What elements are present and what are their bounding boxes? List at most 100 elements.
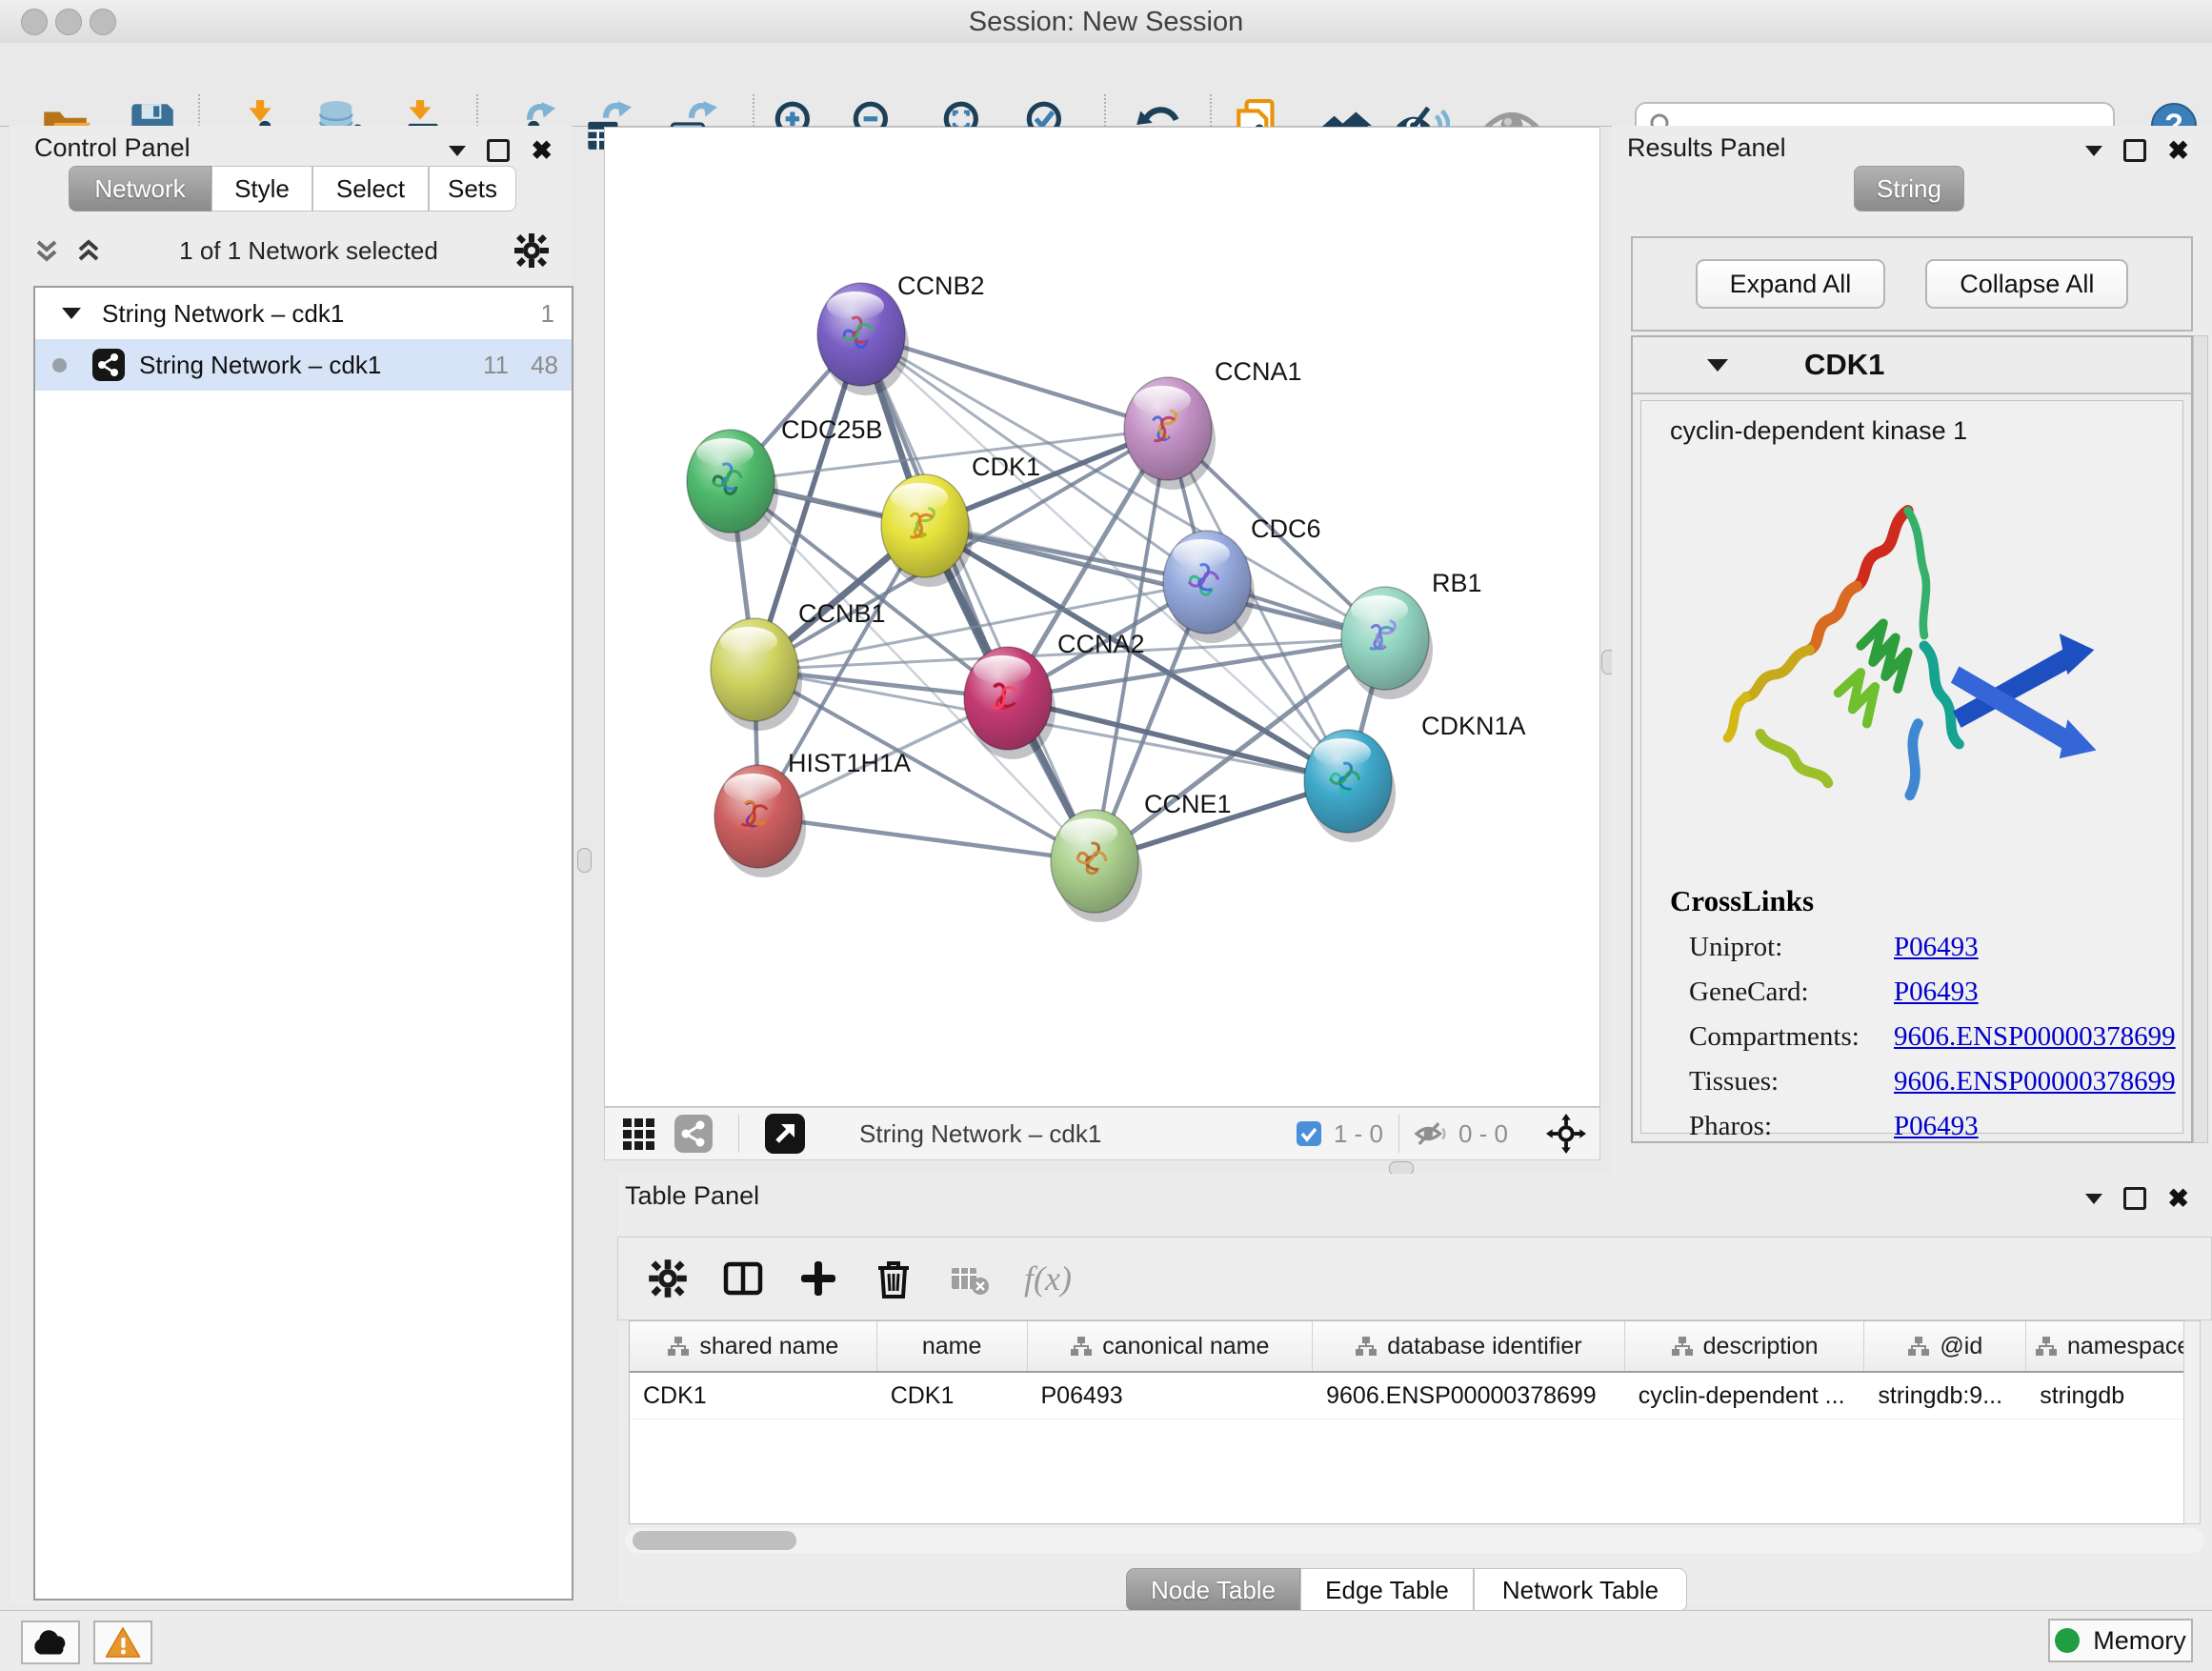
network-graph[interactable]: CCNB2CCNA1CDC25BCDK1CDC6RB1CCNB1CCNA2CDK… (605, 128, 1599, 1106)
open-in-new-icon[interactable] (764, 1113, 806, 1155)
column-header-name[interactable]: name (877, 1321, 1028, 1371)
table-header-row: shared name namecanonical namedatabase id… (630, 1321, 2200, 1373)
network-node-hist1h1a[interactable]: HIST1H1A (714, 749, 911, 877)
table-row[interactable]: CDK1CDK1P064939606.ENSP00000378699cyclin… (630, 1373, 2200, 1419)
table-cell[interactable]: CDK1 (877, 1373, 1028, 1419)
column-header--id[interactable]: @id (1864, 1321, 2026, 1371)
expand-all-chevron-icon[interactable] (72, 234, 105, 267)
table-toolbar: f(x) (617, 1237, 2212, 1320)
table-cell[interactable]: 9606.ENSP00000378699 (1313, 1373, 1625, 1419)
fit-selected-crosshair-icon[interactable] (1546, 1114, 1586, 1154)
node-label: CDKN1A (1421, 712, 1526, 740)
birdseye-grid-icon[interactable] (620, 1116, 656, 1152)
tab-sets[interactable]: Sets (429, 166, 516, 211)
show-columns-icon[interactable] (721, 1257, 765, 1300)
network-view-share-icon[interactable] (674, 1114, 714, 1154)
column-network-icon (1671, 1336, 1694, 1357)
selected-checkbox-icon[interactable] (1296, 1120, 1322, 1147)
left-splitter-handle[interactable] (577, 848, 592, 873)
tab-edge-table[interactable]: Edge Table (1300, 1568, 1474, 1612)
table-cell[interactable]: CDK1 (630, 1373, 877, 1419)
table-cell[interactable]: stringdb:9... (1864, 1373, 2026, 1419)
network-collection-row[interactable]: String Network – cdk1 1 (35, 288, 572, 339)
panel-close-icon[interactable]: ✖ (2167, 1190, 2189, 1207)
column-header-shared-name[interactable]: shared name (630, 1321, 877, 1371)
expand-all-button[interactable]: Expand All (1696, 259, 1886, 309)
panel-menu-icon[interactable] (2085, 146, 2102, 156)
panel-float-icon[interactable] (487, 139, 510, 162)
network-node-cdc6[interactable]: CDC6 (1163, 514, 1321, 643)
memory-button[interactable]: Memory (2048, 1619, 2193, 1662)
panel-float-icon[interactable] (2123, 1187, 2146, 1210)
crosslink-link[interactable]: P06493 (1894, 1111, 1979, 1142)
table-cell[interactable]: cyclin-dependent ... (1625, 1373, 1865, 1419)
network-edge[interactable] (758, 816, 1095, 861)
collapse-all-button[interactable]: Collapse All (1925, 259, 2128, 309)
column-header-database-identifier[interactable]: database identifier (1313, 1321, 1625, 1371)
hidden-eye-slash-icon[interactable] (1413, 1116, 1449, 1152)
column-network-icon (1907, 1336, 1930, 1357)
scrollbar-thumb[interactable] (633, 1531, 796, 1550)
table-horizontal-scrollbar[interactable] (625, 1528, 2204, 1553)
crosslink-link[interactable]: P06493 (1894, 976, 1979, 1008)
network-node-ccna2[interactable]: CCNA2 (964, 630, 1145, 759)
crosslink-row: Uniprot:P06493 (1689, 932, 2182, 963)
column-header-description[interactable]: description (1625, 1321, 1865, 1371)
results-scrollbar[interactable] (2193, 335, 2208, 1143)
delete-table-icon-disabled (948, 1257, 992, 1300)
collection-expand-icon[interactable] (62, 308, 81, 319)
crosslink-label: Pharos: (1689, 1111, 1894, 1142)
network-node-ccnb2[interactable]: CCNB2 (817, 272, 985, 395)
tab-network-table[interactable]: Network Table (1474, 1568, 1687, 1612)
network-edge-count: 48 (531, 351, 558, 380)
node-label: CCNB1 (798, 599, 886, 628)
create-column-plus-icon[interactable] (797, 1258, 839, 1299)
column-header-canonical-name[interactable]: canonical name (1028, 1321, 1314, 1371)
network-view-canvas[interactable]: CCNB2CCNA1CDC25BCDK1CDC6RB1CCNB1CCNA2CDK… (604, 127, 1600, 1107)
table-vertical-scrollbar[interactable] (2183, 1320, 2201, 1524)
tab-node-table[interactable]: Node Table (1126, 1568, 1300, 1612)
tab-string[interactable]: String (1854, 166, 1964, 211)
warning-icon (104, 1625, 142, 1660)
delete-column-trash-icon[interactable] (872, 1257, 915, 1300)
panel-menu-icon[interactable] (2085, 1194, 2102, 1204)
table-cell[interactable]: stringdb (2026, 1373, 2200, 1419)
crosslinks-title: CrossLinks (1670, 884, 2182, 918)
network-node-cdkn1a[interactable]: CDKN1A (1304, 712, 1526, 842)
collapse-all-chevron-icon[interactable] (30, 234, 63, 267)
crosslink-label: GeneCard: (1689, 976, 1894, 1008)
panel-close-icon[interactable]: ✖ (531, 142, 553, 159)
crosslink-link[interactable]: 9606.ENSP00000378699 (1894, 1021, 2176, 1053)
network-node-rb1[interactable]: RB1 (1341, 569, 1482, 699)
crosslink-row: Pharos:P06493 (1689, 1111, 2182, 1142)
table-options-gear-icon[interactable] (647, 1258, 689, 1299)
footer-network-name: String Network – cdk1 (859, 1119, 1101, 1149)
cloud-status-button[interactable] (21, 1621, 80, 1664)
network-row-selected[interactable]: String Network – cdk1 11 48 (35, 339, 572, 391)
network-options-gear-icon[interactable] (513, 232, 551, 270)
node-label: CDK1 (972, 453, 1040, 481)
collection-label: String Network – cdk1 (102, 299, 344, 329)
node-label: CCNA1 (1215, 357, 1302, 386)
function-builder-button-disabled: f(x) (1024, 1258, 1072, 1299)
panel-close-icon[interactable]: ✖ (2167, 142, 2189, 159)
tab-style[interactable]: Style (211, 166, 312, 211)
crosslink-row: Tissues:9606.ENSP00000378699 (1689, 1066, 2182, 1097)
gene-entry-header[interactable]: CDK1 (1633, 337, 2191, 394)
column-header-label: shared name (699, 1333, 838, 1360)
panel-float-icon[interactable] (2123, 139, 2146, 162)
entry-collapse-icon[interactable] (1707, 359, 1728, 372)
crosslink-link[interactable]: P06493 (1894, 932, 1979, 963)
node-label: CCNB2 (897, 272, 985, 300)
table-cell[interactable]: P06493 (1028, 1373, 1314, 1419)
column-header-namespace[interactable]: namespace (2026, 1321, 2200, 1371)
tab-select[interactable]: Select (312, 166, 429, 211)
tab-network[interactable]: Network (69, 166, 211, 211)
panel-menu-icon[interactable] (449, 146, 466, 156)
network-view-footer: String Network – cdk1 1 - 0 0 - 0 (604, 1107, 1600, 1160)
column-network-icon (667, 1336, 690, 1357)
network-edge[interactable] (861, 334, 1095, 861)
crosslink-link[interactable]: 9606.ENSP00000378699 (1894, 1066, 2176, 1097)
network-node-ccne1[interactable]: CCNE1 (1051, 790, 1232, 922)
warnings-button[interactable] (93, 1621, 152, 1664)
